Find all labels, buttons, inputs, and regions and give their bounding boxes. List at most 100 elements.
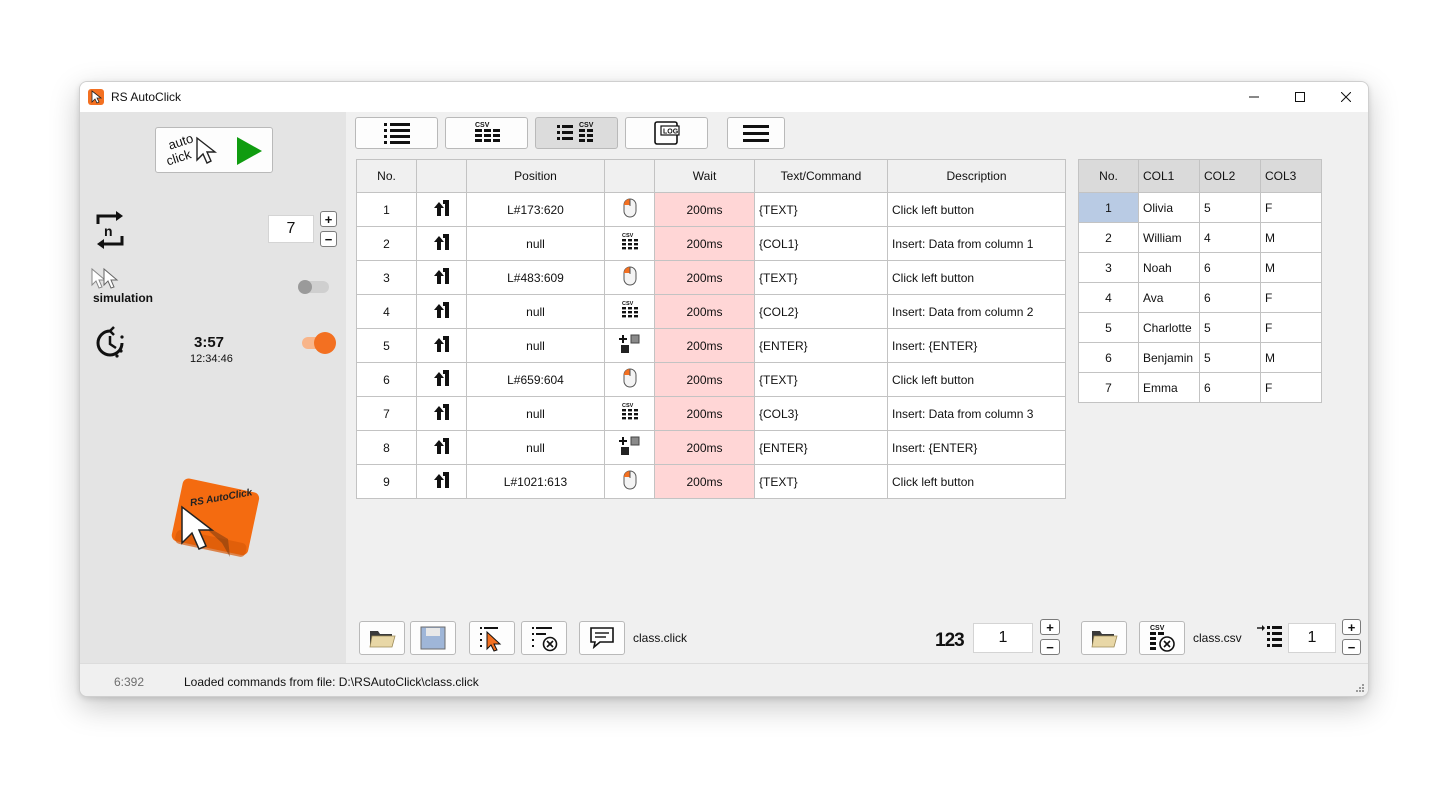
close-button[interactable] — [1323, 82, 1368, 112]
column-header-action[interactable] — [416, 159, 467, 193]
command-type-cell — [604, 464, 655, 499]
command-action-cell[interactable] — [416, 464, 467, 499]
csv-col2-cell: 6 — [1199, 372, 1261, 403]
csv-col1-cell: Ava — [1138, 282, 1200, 313]
csv-col3-cell: F — [1260, 372, 1322, 403]
command-row[interactable]: 2 null CSV 200ms {COL1} Insert: Data from col… — [356, 226, 1066, 261]
command-type-cell — [604, 362, 655, 397]
command-action-cell[interactable] — [416, 328, 467, 363]
command-action-cell[interactable] — [416, 294, 467, 329]
csv-start-row-input[interactable]: 1 — [1288, 623, 1336, 653]
command-action-cell[interactable] — [416, 260, 467, 295]
move-up-icon — [433, 302, 450, 322]
command-row[interactable]: 6 L#659:604 200ms {TEXT} Click left button — [356, 362, 1066, 397]
command-row[interactable]: 5 null 200ms {ENTER} Insert: {ENTER} — [356, 328, 1066, 363]
csv-row-no: 5 — [1078, 312, 1139, 343]
csv-column-header-no[interactable]: No. — [1078, 159, 1139, 193]
split-view-button[interactable]: CSV — [535, 117, 618, 149]
column-header-text-command[interactable]: Text/Command — [754, 159, 888, 193]
column-header-no[interactable]: No. — [356, 159, 417, 193]
command-row[interactable]: 1 L#173:620 200ms {TEXT} Click left button — [356, 192, 1066, 227]
comment-button[interactable] — [579, 621, 625, 655]
csv-file-name: class.csv — [1193, 631, 1242, 645]
loop-count-input[interactable]: 7 — [268, 215, 314, 243]
log-view-button[interactable]: LOG — [625, 117, 708, 149]
clear-commands-button[interactable] — [521, 621, 567, 655]
cursor-icon — [196, 136, 218, 164]
command-row[interactable]: 7 null CSV 200ms {COL3} Insert: Data from col… — [356, 396, 1066, 431]
record-clicks-button[interactable] — [469, 621, 515, 655]
command-action-cell[interactable] — [416, 192, 467, 227]
csv-row[interactable]: 1 Olivia 5 F — [1078, 192, 1322, 223]
command-wait: 200ms — [654, 464, 755, 499]
csv-start-row-increment-button[interactable]: + — [1342, 619, 1361, 635]
column-header-type[interactable] — [604, 159, 655, 193]
csv-row-no: 7 — [1078, 372, 1139, 403]
move-up-icon — [433, 438, 450, 458]
move-up-icon — [433, 472, 450, 492]
csv-view-button[interactable]: CSV — [445, 117, 528, 149]
minimize-button[interactable] — [1231, 82, 1277, 112]
csv-col3-cell: M — [1260, 252, 1322, 283]
csv-row[interactable]: 6 Benjamin 5 M — [1078, 342, 1322, 373]
loop-count-increment-button[interactable]: + — [320, 211, 337, 227]
loop-count-decrement-button[interactable]: − — [320, 231, 337, 247]
svg-text:n: n — [104, 223, 113, 239]
svg-text:LOG: LOG — [663, 129, 679, 136]
status-bar: 6:392 Loaded commands from file: D:\RSAu… — [80, 663, 1368, 696]
simulation-toggle[interactable] — [298, 280, 329, 294]
command-no: 9 — [356, 464, 417, 499]
command-action-cell[interactable] — [416, 362, 467, 397]
csv-column-header-col2[interactable]: COL2 — [1199, 159, 1261, 193]
command-row[interactable]: 9 L#1021:613 200ms {TEXT} Click left button — [356, 464, 1066, 499]
maximize-button[interactable] — [1277, 82, 1323, 112]
command-wait: 200ms — [654, 430, 755, 465]
save-click-file-button[interactable] — [410, 621, 456, 655]
save-disk-icon — [420, 626, 446, 650]
command-action-cell[interactable] — [416, 396, 467, 431]
csv-grid-icon: CSV — [474, 122, 500, 142]
mouse-left-click-icon — [623, 198, 637, 221]
resize-grip-icon[interactable] — [1354, 684, 1364, 694]
command-list-view-button[interactable] — [355, 117, 438, 149]
command-no: 3 — [356, 260, 417, 295]
timer-toggle[interactable] — [302, 332, 336, 354]
csv-row[interactable]: 3 Noah 6 M — [1078, 252, 1322, 283]
command-action-cell[interactable] — [416, 226, 467, 261]
run-autoclick-button[interactable]: auto click — [155, 127, 273, 173]
start-line-input[interactable]: 1 — [973, 623, 1033, 653]
command-text: {ENTER} — [754, 430, 888, 465]
csv-row[interactable]: 7 Emma 6 F — [1078, 372, 1322, 403]
svg-text:CSV: CSV — [622, 403, 634, 409]
split-list-csv-icon: CSV — [556, 122, 593, 142]
column-header-position[interactable]: Position — [466, 159, 605, 193]
csv-column-header-col3[interactable]: COL3 — [1260, 159, 1322, 193]
csv-col1-cell: Benjamin — [1138, 342, 1200, 373]
csv-col2-cell: 4 — [1199, 222, 1261, 253]
command-row[interactable]: 8 null 200ms {ENTER} Insert: {ENTER} — [356, 430, 1066, 465]
command-wait: 200ms — [654, 260, 755, 295]
csv-col2-cell: 6 — [1199, 252, 1261, 283]
open-csv-file-button[interactable] — [1081, 621, 1127, 655]
open-click-file-button[interactable] — [359, 621, 405, 655]
csv-row[interactable]: 5 Charlotte 5 F — [1078, 312, 1322, 343]
command-row[interactable]: 4 null CSV 200ms {COL2} Insert: Data from col… — [356, 294, 1066, 329]
csv-row[interactable]: 2 William 4 M — [1078, 222, 1322, 253]
column-header-wait[interactable]: Wait — [654, 159, 755, 193]
menu-button[interactable] — [727, 117, 785, 149]
csv-row[interactable]: 4 Ava 6 F — [1078, 282, 1322, 313]
clear-csv-button[interactable]: CSV — [1139, 621, 1185, 655]
command-action-cell[interactable] — [416, 430, 467, 465]
command-type-cell — [604, 192, 655, 227]
command-description: Click left button — [887, 362, 1066, 397]
csv-col3-cell: F — [1260, 312, 1322, 343]
csv-column-header-col1[interactable]: COL1 — [1138, 159, 1200, 193]
start-line-increment-button[interactable]: + — [1040, 619, 1060, 635]
command-row[interactable]: 3 L#483:609 200ms {TEXT} Click left button — [356, 260, 1066, 295]
csv-data-icon: CSV — [621, 233, 639, 255]
csv-start-row-decrement-button[interactable]: − — [1342, 639, 1361, 655]
column-header-description[interactable]: Description — [887, 159, 1066, 193]
record-list-cursor-icon — [480, 627, 502, 652]
csv-start-row-icon — [1257, 625, 1282, 647]
start-line-decrement-button[interactable]: − — [1040, 639, 1060, 655]
